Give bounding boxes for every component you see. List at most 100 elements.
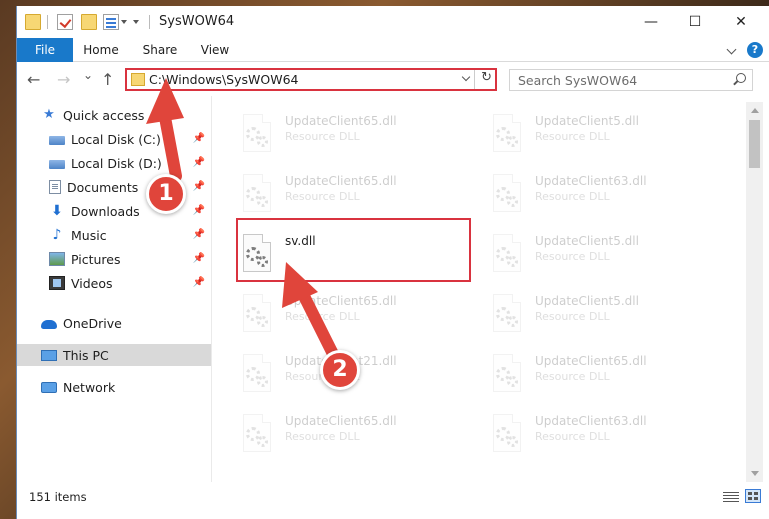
chevron-down-icon[interactable] bbox=[121, 20, 127, 24]
file-name: UpdateClient65.dll bbox=[285, 114, 397, 128]
dll-file-icon bbox=[239, 294, 275, 338]
file-item[interactable]: UpdateClient65.dll Resource DLL bbox=[237, 288, 477, 348]
file-name: UpdateClient65.dll bbox=[535, 354, 647, 368]
expand-ribbon-icon[interactable] bbox=[726, 44, 737, 55]
pin-icon[interactable]: 📌 bbox=[193, 157, 205, 168]
close-button[interactable]: ✕ bbox=[718, 6, 764, 38]
sidebar-item-quick-access[interactable]: ★ Quick access bbox=[17, 104, 211, 126]
downloads-icon: ⬇ bbox=[51, 203, 63, 219]
sidebar-item-local-disk-c[interactable]: Local Disk (C:) 📌 bbox=[17, 128, 211, 150]
window-title: SysWOW64 bbox=[159, 14, 235, 29]
dll-file-icon bbox=[239, 354, 275, 398]
file-type: Resource DLL bbox=[285, 190, 360, 203]
dll-file-icon bbox=[489, 174, 525, 218]
tab-share[interactable]: Share bbox=[137, 38, 183, 62]
navigation-pane: ★ Quick access Local Disk (C:) 📌 Local D… bbox=[17, 104, 211, 482]
sidebar-item-label: Documents bbox=[67, 179, 139, 195]
file-item[interactable]: UpdateClient63.dll Resource DLL bbox=[487, 168, 727, 228]
sidebar-item-pictures[interactable]: Pictures 📌 bbox=[17, 248, 211, 270]
file-type: Resource DLL bbox=[535, 130, 610, 143]
pin-icon[interactable]: 📌 bbox=[193, 229, 205, 240]
large-icons-view-icon[interactable] bbox=[745, 489, 761, 503]
refresh-icon[interactable]: ↻ bbox=[481, 70, 492, 85]
address-bar[interactable]: C:\Windows\SysWOW64 ↻ bbox=[125, 68, 497, 91]
file-type: Resource DLL bbox=[285, 130, 360, 143]
file-name: UpdateClient5.dll bbox=[535, 114, 639, 128]
step-badge-1: 1 bbox=[146, 174, 186, 214]
tab-file[interactable]: File bbox=[17, 38, 73, 62]
pin-icon[interactable]: 📌 bbox=[193, 205, 205, 216]
dll-file-icon bbox=[489, 234, 525, 278]
pane-divider[interactable] bbox=[211, 96, 212, 482]
ribbon-tabs: File Home Share View ? bbox=[17, 38, 769, 62]
tab-home[interactable]: Home bbox=[79, 38, 123, 62]
network-icon bbox=[41, 381, 57, 393]
pictures-icon bbox=[49, 252, 65, 266]
file-list: UpdateClient65.dll Resource DLL UpdateClie… bbox=[217, 98, 747, 478]
chevron-down-icon[interactable] bbox=[461, 72, 471, 82]
file-type: Resource DLL bbox=[535, 430, 610, 443]
selection-highlight-box bbox=[236, 218, 471, 282]
item-count: 151 items bbox=[29, 490, 87, 504]
navigation-bar: ← → ⌄ ↑ C:\Windows\SysWOW64 ↻ Search Sys… bbox=[17, 62, 769, 96]
scroll-up-icon[interactable] bbox=[751, 108, 759, 113]
file-item[interactable]: UpdateClient63.dll Resource DLL bbox=[487, 408, 727, 468]
sidebar-item-label: Local Disk (C:) bbox=[71, 131, 161, 147]
file-item[interactable]: UpdateClient65.dll Resource DLL bbox=[237, 108, 477, 168]
step-badge-2: 2 bbox=[320, 350, 360, 390]
search-box[interactable]: Search SysWOW64 bbox=[509, 69, 753, 91]
properties-check-icon[interactable] bbox=[57, 14, 73, 30]
sidebar-item-music[interactable]: ♪ Music 📌 bbox=[17, 224, 211, 246]
file-name: UpdateClient63.dll bbox=[535, 174, 647, 188]
quick-access-separator bbox=[47, 15, 48, 29]
file-item[interactable]: UpdateClient5.dll Resource DLL bbox=[487, 108, 727, 168]
back-button[interactable]: ← bbox=[27, 70, 40, 89]
dll-file-icon bbox=[489, 114, 525, 158]
folder-icon bbox=[131, 73, 145, 86]
sidebar-item-videos[interactable]: Videos 📌 bbox=[17, 272, 211, 294]
sidebar-item-label: Local Disk (D:) bbox=[71, 155, 162, 171]
details-view-icon[interactable] bbox=[723, 491, 739, 503]
videos-icon bbox=[49, 276, 65, 290]
recent-locations-button[interactable]: ⌄ bbox=[83, 68, 93, 82]
properties-icon[interactable] bbox=[103, 14, 119, 30]
search-input[interactable]: Search SysWOW64 bbox=[518, 73, 637, 88]
maximize-button[interactable]: ☐ bbox=[672, 6, 718, 38]
pin-icon[interactable]: 📌 bbox=[193, 277, 205, 288]
pin-icon[interactable]: 📌 bbox=[193, 253, 205, 264]
sidebar-item-label: Downloads bbox=[71, 203, 140, 219]
file-item[interactable]: UpdateClient5.dll Resource DLL bbox=[487, 228, 727, 288]
pin-icon[interactable]: 📌 bbox=[193, 133, 205, 144]
file-name: UpdateClient65.dll bbox=[285, 414, 397, 428]
pin-icon[interactable]: 📌 bbox=[193, 181, 205, 192]
sidebar-item-label: Network bbox=[63, 379, 116, 395]
vertical-scrollbar[interactable] bbox=[746, 102, 763, 482]
dll-file-icon bbox=[489, 414, 525, 458]
customize-toolbar-icon[interactable] bbox=[133, 20, 139, 24]
file-item[interactable]: UpdateClient65.dll Resource DLL bbox=[487, 348, 727, 408]
new-folder-icon[interactable] bbox=[81, 14, 97, 30]
sidebar-item-this-pc[interactable]: This PC bbox=[17, 344, 211, 366]
up-button[interactable]: ↑ bbox=[101, 70, 114, 89]
file-item[interactable]: UpdateClient65.dll Resource DLL bbox=[237, 408, 477, 468]
onedrive-icon bbox=[41, 320, 57, 329]
file-type: Resource DLL bbox=[285, 310, 360, 323]
address-separator bbox=[474, 70, 475, 89]
file-type: Resource DLL bbox=[535, 190, 610, 203]
sidebar-item-onedrive[interactable]: OneDrive bbox=[17, 312, 211, 334]
forward-button[interactable]: → bbox=[57, 70, 70, 89]
help-icon[interactable]: ? bbox=[747, 42, 763, 58]
sidebar-item-network[interactable]: Network bbox=[17, 376, 211, 398]
music-icon: ♪ bbox=[52, 227, 62, 243]
file-name: UpdateClient65.dll bbox=[285, 174, 397, 188]
file-item[interactable]: UpdateClient5.dll Resource DLL bbox=[487, 288, 727, 348]
minimize-button[interactable]: — bbox=[628, 6, 674, 38]
sidebar-item-local-disk-d[interactable]: Local Disk (D:) 📌 bbox=[17, 152, 211, 174]
address-path[interactable]: C:\Windows\SysWOW64 bbox=[149, 72, 298, 87]
scroll-down-icon[interactable] bbox=[751, 471, 759, 476]
tab-view[interactable]: View bbox=[195, 38, 235, 62]
dll-file-icon bbox=[489, 294, 525, 338]
search-icon[interactable] bbox=[736, 73, 746, 83]
dll-file-icon bbox=[239, 414, 275, 458]
scroll-thumb[interactable] bbox=[749, 120, 760, 168]
